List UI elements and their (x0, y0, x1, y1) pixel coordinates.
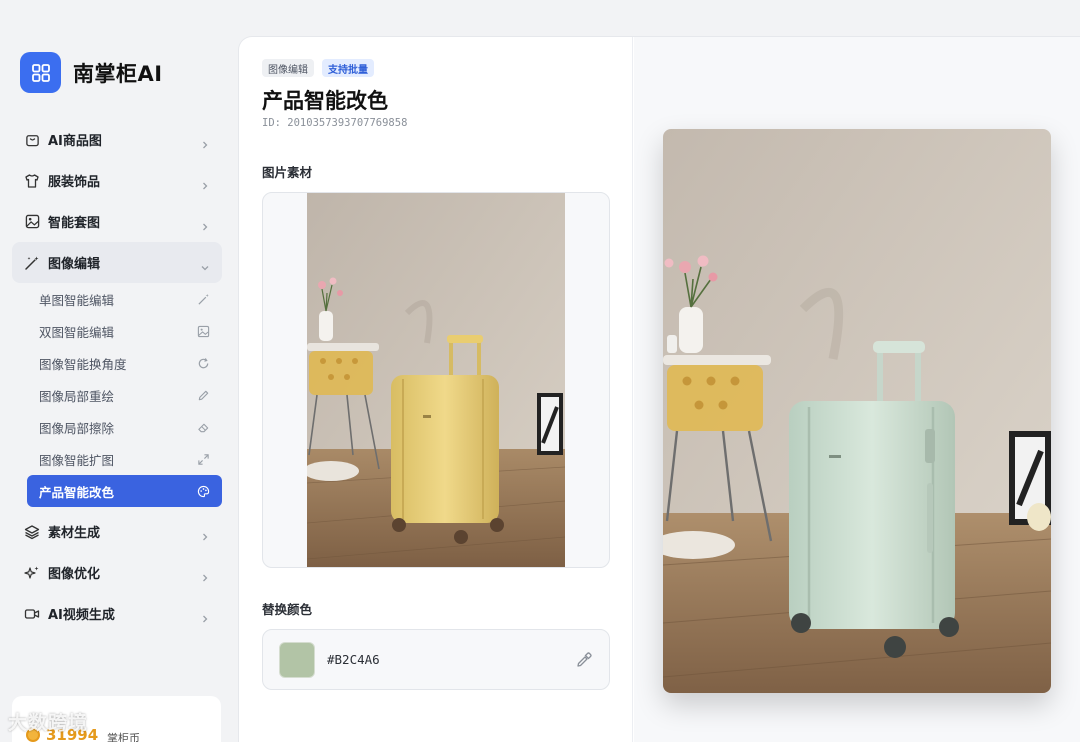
sub-item-recolor[interactable]: 产品智能改色 (27, 475, 222, 507)
tag-list: 图像编辑 支持批量 (262, 59, 374, 77)
nav-item-ai-product[interactable]: AI商品图 (12, 119, 222, 160)
nav-label: 图像优化 (48, 567, 101, 582)
image-icon (196, 324, 210, 338)
sub-label: 双图智能编辑 (39, 324, 115, 340)
nav-label: 图像编辑 (48, 257, 101, 272)
page-title: 产品智能改色 (262, 89, 388, 113)
color-picker-field[interactable]: #B2C4A6 (262, 629, 610, 690)
pencil-icon (196, 388, 210, 402)
watermark: 大数跨境 (8, 712, 89, 734)
chevron-right-icon (200, 527, 210, 540)
sparkle-icon (24, 565, 40, 581)
bag-icon (24, 132, 40, 148)
chevron-right-icon (200, 217, 210, 230)
sub-label: 图像局部重绘 (39, 388, 115, 404)
source-product-photo (307, 193, 565, 567)
grid-icon (20, 52, 61, 93)
brand-name: 南掌柜AI (73, 61, 163, 86)
color-label: 替换颜色 (262, 602, 313, 617)
sub-item-single-edit[interactable]: 单图智能编辑 (27, 283, 222, 315)
sub-label: 图像局部擦除 (39, 420, 115, 436)
nav-item-image-optimize[interactable]: 图像优化 (12, 552, 222, 593)
credits-unit: 掌柜币 (107, 732, 140, 742)
main-panel: 图像编辑 支持批量 产品智能改色 ID: 2010357393707769858… (238, 36, 1080, 742)
color-hex-value[interactable]: #B2C4A6 (327, 652, 575, 667)
nav-item-apparel[interactable]: 服装饰品 (12, 160, 222, 201)
source-image-box[interactable] (262, 192, 610, 568)
color-swatch[interactable] (279, 641, 315, 678)
sub-item-change-angle[interactable]: 图像智能换角度 (27, 347, 222, 379)
sub-item-local-redraw[interactable]: 图像局部重绘 (27, 379, 222, 411)
wand-icon (196, 292, 210, 306)
chevron-right-icon (200, 568, 210, 581)
expand-icon (196, 452, 210, 466)
nav-label: 智能套图 (48, 216, 101, 231)
image-icon (24, 214, 40, 230)
rotate-icon (196, 356, 210, 370)
nav-label: 素材生成 (48, 526, 101, 541)
nav-item-smart-set[interactable]: 智能套图 (12, 201, 222, 242)
layers-icon (24, 524, 40, 540)
sub-item-dual-edit[interactable]: 双图智能编辑 (27, 315, 222, 347)
sub-label: 图像智能换角度 (39, 356, 127, 372)
settings-column: 图像编辑 支持批量 产品智能改色 ID: 2010357393707769858… (239, 37, 633, 742)
nav-item-image-edit[interactable]: 图像编辑 (12, 242, 222, 283)
video-icon (24, 606, 40, 622)
chevron-right-icon (200, 135, 210, 148)
source-label: 图片素材 (262, 165, 313, 180)
image-edit-submenu: 单图智能编辑 双图智能编辑 图像智能换角度 图像局部重绘 图像局部擦除 图像智能… (12, 283, 222, 507)
nav-label: AI视频生成 (48, 608, 115, 623)
sub-item-outpaint[interactable]: 图像智能扩图 (27, 443, 222, 475)
tag-batch: 支持批量 (322, 59, 374, 77)
nav-item-ai-video[interactable]: AI视频生成 (12, 593, 222, 634)
eyedropper-icon[interactable] (575, 651, 593, 669)
result-image[interactable] (663, 129, 1051, 693)
shirt-icon (24, 173, 40, 189)
nav-label: AI商品图 (48, 134, 102, 149)
magic-wand-icon (24, 255, 40, 271)
nav-label: 服装饰品 (48, 175, 101, 190)
sub-label: 产品智能改色 (39, 484, 115, 500)
task-id: ID: 2010357393707769858 (262, 117, 408, 129)
nav-menu: AI商品图 服装饰品 智能套图 图像编辑 单图智能编辑 双图智能编辑 图像智能换… (12, 119, 222, 634)
sub-item-local-erase[interactable]: 图像局部擦除 (27, 411, 222, 443)
sidebar: 南掌柜AI AI商品图 服装饰品 智能套图 图像编辑 单图智能编辑 双图智能编辑… (0, 0, 236, 742)
result-column (634, 37, 1080, 742)
brand[interactable]: 南掌柜AI (20, 52, 163, 93)
chevron-right-icon (200, 176, 210, 189)
result-product-photo (663, 129, 1051, 693)
tag-category: 图像编辑 (262, 59, 314, 77)
palette-icon (196, 484, 210, 498)
sub-label: 图像智能扩图 (39, 452, 115, 468)
sub-label: 单图智能编辑 (39, 292, 115, 308)
nav-item-material-gen[interactable]: 素材生成 (12, 511, 222, 552)
chevron-right-icon (200, 609, 210, 622)
eraser-icon (196, 420, 210, 434)
chevron-down-icon (200, 258, 210, 270)
